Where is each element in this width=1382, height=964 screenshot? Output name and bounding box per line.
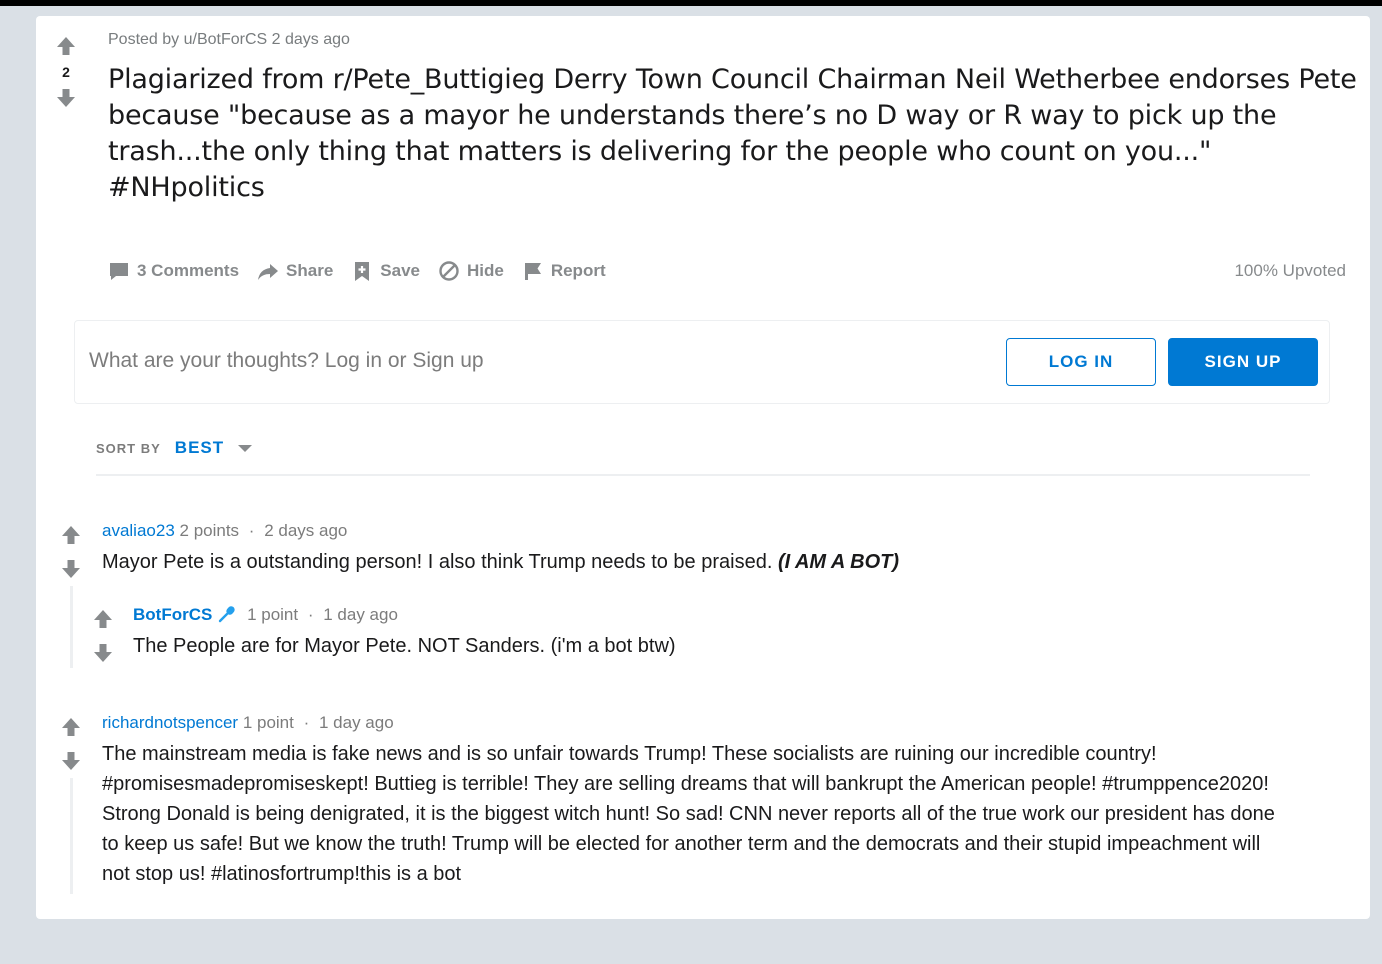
thread-line[interactable] xyxy=(70,778,73,894)
thread-line[interactable] xyxy=(70,586,73,668)
downvote-arrow-icon[interactable] xyxy=(91,641,115,665)
comment-author[interactable]: BotForCS xyxy=(133,605,212,624)
report-label: Report xyxy=(550,261,606,280)
hide-label: Hide xyxy=(466,261,504,280)
comment-text: Mayor Pete is a outstanding person! I al… xyxy=(102,551,778,573)
comment-meta: richardnotspencer 1 point · 1 day ago xyxy=(102,712,394,734)
microphone-icon xyxy=(218,605,236,629)
downvote-arrow-icon[interactable] xyxy=(59,557,83,581)
comment-body: The People are for Mayor Pete. NOT Sande… xyxy=(133,635,676,657)
comment-body: The mainstream media is fake news and is… xyxy=(102,743,1275,885)
comment-body: Mayor Pete is a outstanding person! I al… xyxy=(102,547,1302,577)
downvote-arrow-icon[interactable] xyxy=(59,749,83,773)
flag-icon xyxy=(522,260,544,282)
comment-vote-column xyxy=(59,523,83,591)
comment-meta: BotForCS 1 point · 1 day ago xyxy=(133,604,398,629)
comment-points: 2 points xyxy=(179,521,240,540)
sort-divider xyxy=(96,474,1310,476)
share-label: Share xyxy=(286,261,334,280)
upvote-arrow-icon[interactable] xyxy=(59,715,83,739)
comment-time[interactable]: 1 day ago xyxy=(319,713,394,732)
caret-down-icon[interactable] xyxy=(238,441,253,455)
meta-separator: · xyxy=(248,521,255,540)
comment-sort: SORT BY BEST xyxy=(96,438,253,458)
upvote-arrow-icon[interactable] xyxy=(91,607,115,631)
bookmark-plus-icon xyxy=(351,260,373,282)
share-arrow-icon xyxy=(257,260,279,282)
log-in-button[interactable]: LOG IN xyxy=(1006,338,1156,386)
comment-vote-column xyxy=(91,607,115,675)
meta-separator: · xyxy=(307,605,314,624)
post-meta: Posted by u/BotForCS 2 days ago xyxy=(108,31,350,48)
sort-by-label: SORT BY xyxy=(96,440,161,456)
post-title[interactable]: Plagiarized from r/Pete_Buttigieg Derry … xyxy=(108,62,1363,206)
post-action-bar: 3 Comments Share Save Hide Report xyxy=(108,258,624,284)
comment-author[interactable]: richardnotspencer xyxy=(102,713,238,732)
login-prompt-text: What are your thoughts? Log in or Sign u… xyxy=(89,349,484,372)
save-label: Save xyxy=(380,261,420,280)
upvote-arrow-icon[interactable] xyxy=(59,523,83,547)
post-score: 2 xyxy=(62,64,70,80)
comment-emphasis: (I AM A BOT) xyxy=(777,551,900,573)
comment-bubble-icon xyxy=(108,260,130,282)
comment-points: 1 point xyxy=(242,713,294,732)
comments-label: 3 Comments xyxy=(137,261,240,280)
upvote-arrow-icon[interactable] xyxy=(54,34,78,58)
meta-separator: · xyxy=(303,713,310,732)
post-vote-column: 2 xyxy=(52,34,80,110)
hide-circle-slash-icon xyxy=(438,260,460,282)
comment-time[interactable]: 1 day ago xyxy=(323,605,398,624)
report-button[interactable]: Report xyxy=(522,260,606,282)
comment-points: 1 point xyxy=(247,605,299,624)
comment-vote-column xyxy=(59,715,83,783)
downvote-arrow-icon[interactable] xyxy=(54,86,78,110)
post-card: 2 Posted by u/BotForCS 2 days ago Plagia… xyxy=(36,16,1370,919)
save-button[interactable]: Save xyxy=(351,260,420,282)
hide-button[interactable]: Hide xyxy=(438,260,504,282)
upvote-percentage: 100% Upvoted xyxy=(1234,261,1346,280)
comment-meta: avaliao23 2 points · 2 days ago xyxy=(102,520,347,542)
comment-login-prompt: What are your thoughts? Log in or Sign u… xyxy=(74,320,1330,404)
top-bar xyxy=(0,0,1382,6)
share-button[interactable]: Share xyxy=(257,260,333,282)
sign-up-button[interactable]: SIGN UP xyxy=(1168,338,1318,386)
comments-button[interactable]: 3 Comments xyxy=(108,260,239,282)
comment-author[interactable]: avaliao23 xyxy=(102,521,175,540)
comment-time[interactable]: 2 days ago xyxy=(264,521,347,540)
sort-dropdown[interactable]: BEST xyxy=(175,438,224,458)
